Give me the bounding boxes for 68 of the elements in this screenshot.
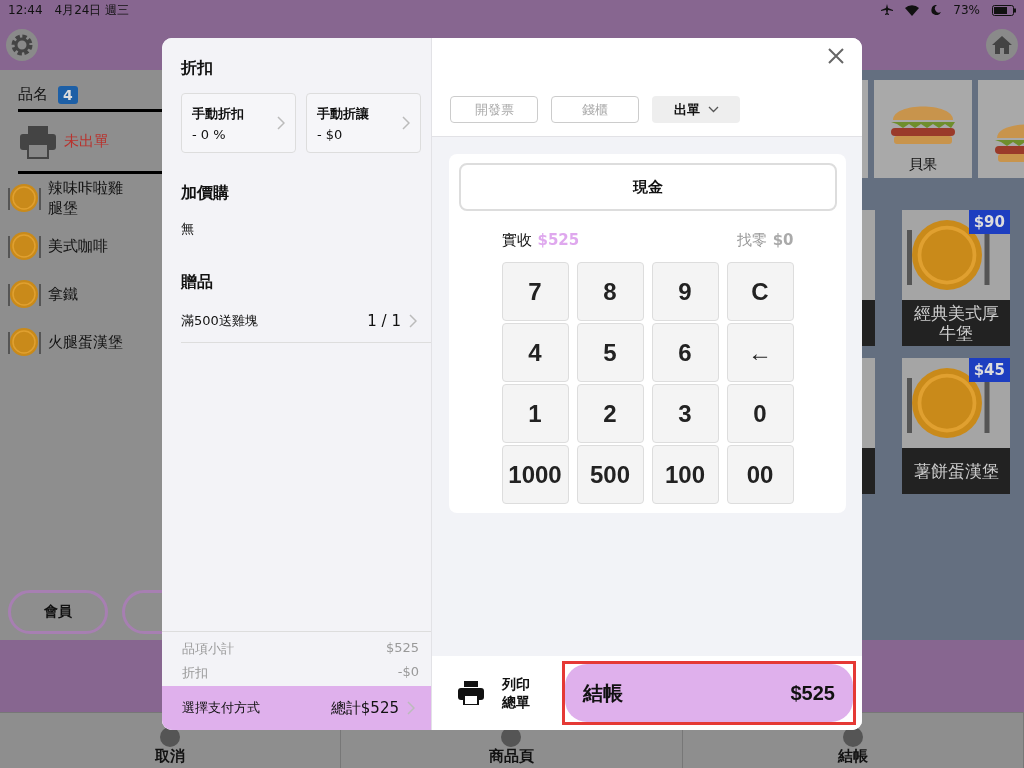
- product-tile[interactable]: $90 經典美式厚牛堡: [902, 210, 1010, 346]
- printer-icon: [18, 123, 58, 160]
- keypad-key[interactable]: ←: [726, 323, 794, 382]
- product-name: 經典美式厚牛堡: [902, 300, 1010, 346]
- close-icon[interactable]: [828, 48, 844, 64]
- checkout-button[interactable]: 結帳 $525: [565, 664, 853, 722]
- item-count: 4: [58, 85, 78, 104]
- order-item[interactable]: 火腿蛋漢堡: [48, 332, 130, 352]
- print-status: 未出單: [64, 132, 109, 151]
- caret-icon: [707, 106, 719, 113]
- price-tag: $90: [968, 210, 1010, 234]
- keypad-key[interactable]: 1000: [501, 445, 569, 504]
- summary-value: -$0: [397, 664, 419, 681]
- chevron-icon: [277, 116, 285, 130]
- column-header: 品名: [18, 85, 48, 104]
- battery-percent: 73%: [953, 3, 980, 17]
- wifi-icon: [905, 4, 920, 16]
- print-summary-button[interactable]: 列印總單: [458, 675, 535, 711]
- payment-method-bar[interactable]: 選擇支付方式 總計$525: [162, 686, 431, 730]
- order-item[interactable]: 辣味咔啦雞腿堡: [48, 178, 130, 218]
- summary-label: 品項小計: [182, 640, 234, 658]
- home-icon: [991, 35, 1013, 55]
- payment-method-button[interactable]: 現金: [458, 163, 837, 211]
- section-title: 贈品: [181, 272, 214, 293]
- keypad-key[interactable]: 4: [501, 323, 569, 382]
- keypad-key[interactable]: 3: [651, 384, 719, 443]
- status-time: 12:44: [8, 3, 43, 17]
- price-tag: $45: [968, 358, 1010, 382]
- keypad-key[interactable]: 0: [726, 384, 794, 443]
- print-dropdown[interactable]: 出單: [652, 96, 740, 123]
- keypad-key[interactable]: 1: [501, 384, 569, 443]
- summary-label: 折扣: [182, 664, 208, 682]
- product-tile[interactable]: $45 薯餅蛋漢堡: [902, 358, 1010, 494]
- received-amount: 實收 $525: [501, 231, 580, 250]
- order-item[interactable]: 美式咖啡: [48, 236, 130, 256]
- keypad-key[interactable]: 8: [576, 262, 644, 321]
- chevron-icon: [409, 313, 417, 328]
- keypad-key[interactable]: 00: [726, 445, 794, 504]
- keypad-key[interactable]: 9: [651, 262, 719, 321]
- section-title: 加價購: [181, 183, 230, 204]
- home-button[interactable]: [986, 29, 1018, 61]
- moon-icon: [931, 5, 942, 15]
- order-item[interactable]: 拿鐵: [48, 284, 130, 304]
- settings-icon: [10, 33, 34, 57]
- airplane-icon: [881, 4, 894, 16]
- battery-icon: [992, 4, 1016, 16]
- change-amount: 找零 $0: [736, 231, 794, 250]
- gift-row[interactable]: 滿500送雞塊 1 / 1: [181, 299, 431, 343]
- keypad-key[interactable]: 500: [576, 445, 644, 504]
- keypad-key[interactable]: 7: [501, 262, 569, 321]
- discount-card[interactable]: 手動折扣 - 0 %: [181, 93, 296, 153]
- product-name: 薯餅蛋漢堡: [902, 448, 1010, 494]
- settings-button[interactable]: [6, 29, 38, 61]
- keypad-key[interactable]: 6: [651, 323, 719, 382]
- keypad-key[interactable]: 100: [651, 445, 719, 504]
- keypad-key[interactable]: C: [726, 262, 794, 321]
- discount-card[interactable]: 手動折讓 - $0: [306, 93, 421, 153]
- keypad-key[interactable]: 5: [576, 323, 644, 382]
- keypad-key[interactable]: 2: [576, 384, 644, 443]
- status-date: 4月24日 週三: [54, 1, 130, 19]
- section-title: 折扣: [181, 58, 214, 79]
- chevron-icon: [402, 116, 410, 130]
- printer-icon: [458, 681, 484, 705]
- summary-value: $525: [385, 640, 419, 657]
- category-tile[interactable]: 貝果: [874, 80, 972, 178]
- member-button[interactable]: 會員: [8, 590, 108, 634]
- add-on-value: 無: [181, 220, 195, 238]
- chevron-icon: [407, 701, 415, 715]
